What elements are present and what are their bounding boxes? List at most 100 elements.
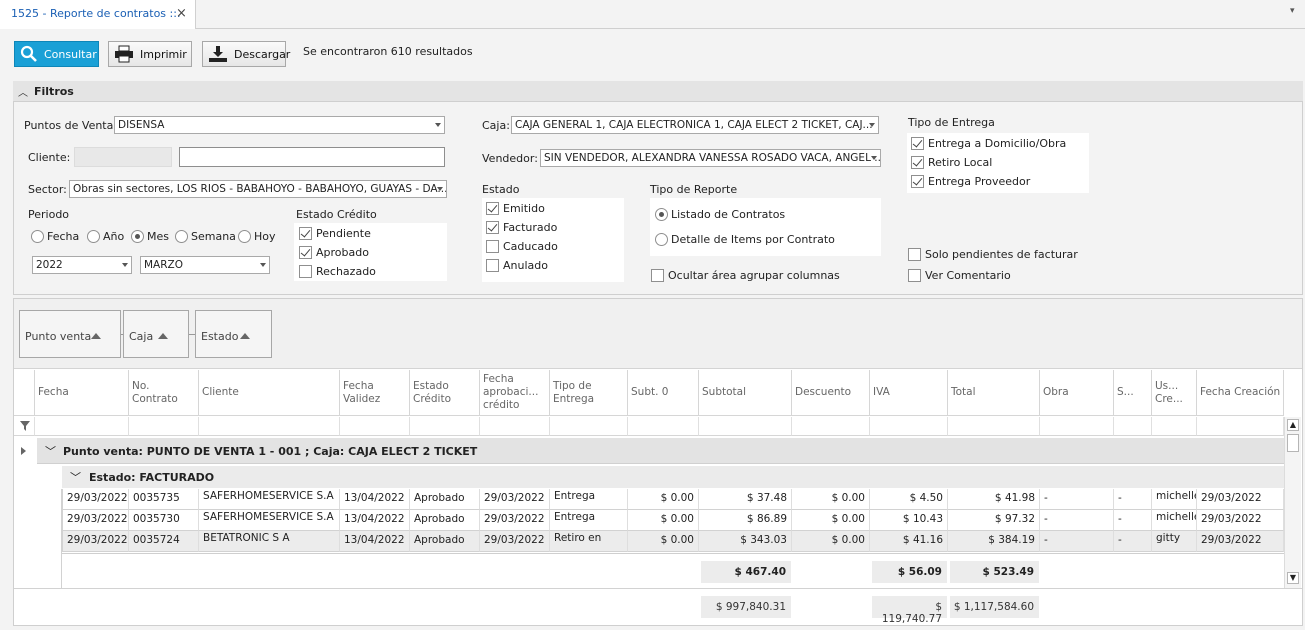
cell-tipo-entrega[interactable]: Retiro en <box>550 531 628 552</box>
cell-fecha-validez[interactable]: 13/04/2022 <box>340 510 410 531</box>
filters-header[interactable]: ︿ Filtros <box>13 81 1303 102</box>
cell-cliente[interactable]: SAFERHOMESERVICE S.A <box>199 489 340 510</box>
month-combo[interactable]: MARZO <box>140 256 270 274</box>
cell-estado-credito[interactable]: Aprobado <box>410 489 480 510</box>
column-header-total[interactable]: Total <box>948 370 1040 416</box>
periodo-mes-radio[interactable]: Mes <box>131 230 169 243</box>
sector-combo[interactable]: Obras sin sectores, LOS RIOS - BABAHOYO … <box>69 180 447 198</box>
group-chip-estado[interactable]: Estado <box>195 310 272 358</box>
entrega-domicilio-checkbox[interactable]: Entrega a Domicilio/Obra <box>911 137 1066 150</box>
cell-descuento[interactable]: $ 0.00 <box>792 531 870 552</box>
cell-fecha[interactable]: 29/03/2022 <box>62 531 129 552</box>
column-header-obra[interactable]: Obra <box>1040 370 1114 416</box>
cliente-field[interactable] <box>179 147 445 167</box>
column-header-tipo-entrega[interactable]: Tipo de Entrega <box>550 370 628 416</box>
cell-total[interactable]: $ 41.98 <box>948 489 1040 510</box>
group-chip-caja[interactable]: Caja <box>123 310 189 358</box>
puntos-venta-combo[interactable]: DISENSA <box>114 116 445 134</box>
imprimir-button[interactable]: Imprimir <box>108 41 192 67</box>
column-header-estado-credito[interactable]: Estado Crédito <box>410 370 480 416</box>
filter-cell[interactable] <box>480 417 550 436</box>
caducado-checkbox[interactable]: Caducado <box>486 240 558 253</box>
filter-cell[interactable] <box>1040 417 1114 436</box>
cell-estado-credito[interactable]: Aprobado <box>410 510 480 531</box>
filter-cell[interactable] <box>35 417 129 436</box>
cell-total[interactable]: $ 97.32 <box>948 510 1040 531</box>
cell-fecha-creacion[interactable]: 29/03/2022 <box>1197 489 1284 510</box>
filter-cell[interactable] <box>340 417 410 436</box>
ver-comentario-checkbox[interactable]: Ver Comentario <box>908 269 1011 282</box>
rechazado-checkbox[interactable]: Rechazado <box>299 265 376 278</box>
filter-cell[interactable] <box>1114 417 1152 436</box>
cell-fecha-aprobacion[interactable]: 29/03/2022 <box>480 510 550 531</box>
chevron-down-icon[interactable]: ﹀ <box>70 469 81 485</box>
cell-subt-0[interactable]: $ 0.00 <box>628 510 699 531</box>
cell-usuario[interactable]: gitty <box>1152 531 1197 552</box>
periodo-hoy-radio[interactable]: Hoy <box>238 230 276 243</box>
cell-fecha-validez[interactable]: 13/04/2022 <box>340 531 410 552</box>
group-row-estado[interactable]: ﹀ Estado: FACTURADO <box>62 466 1284 488</box>
retiro-local-checkbox[interactable]: Retiro Local <box>911 156 992 169</box>
column-header-descuento[interactable]: Descuento <box>792 370 870 416</box>
cell-no-contrato[interactable]: 0035730 <box>129 510 199 531</box>
cell-obra[interactable]: - <box>1040 489 1114 510</box>
cell-iva[interactable]: $ 41.16 <box>870 531 948 552</box>
filter-cell[interactable] <box>199 417 340 436</box>
cell-descuento[interactable]: $ 0.00 <box>792 510 870 531</box>
cell-fecha-creacion[interactable]: 29/03/2022 <box>1197 531 1284 552</box>
scroll-up-icon[interactable]: ▲ <box>1287 419 1299 431</box>
filter-cell[interactable] <box>410 417 480 436</box>
filter-icon[interactable] <box>14 417 35 436</box>
periodo-semana-radio[interactable]: Semana <box>175 230 236 243</box>
column-header-cliente[interactable]: Cliente <box>199 370 340 416</box>
cell-cliente[interactable]: SAFERHOMESERVICE S.A <box>199 510 340 531</box>
column-header-subt-0[interactable]: Subt. 0 <box>628 370 699 416</box>
listado-contratos-radio[interactable]: Listado de Contratos <box>655 208 785 221</box>
vendedor-combo[interactable]: SIN VENDEDOR, ALEXANDRA VANESSA ROSADO V… <box>540 149 881 167</box>
chevron-up-icon[interactable]: ︿ <box>18 84 28 99</box>
cell-subtotal[interactable]: $ 37.48 <box>699 489 792 510</box>
column-header-iva[interactable]: IVA <box>870 370 948 416</box>
chevron-down-icon[interactable]: ﹀ <box>45 443 56 459</box>
periodo-ano-radio[interactable]: Año <box>87 230 124 243</box>
cell-obra[interactable]: - <box>1040 531 1114 552</box>
cell-s[interactable]: - <box>1114 531 1152 552</box>
cell-subtotal[interactable]: $ 86.89 <box>699 510 792 531</box>
group-chip-punto-venta[interactable]: Punto venta <box>19 310 121 358</box>
caja-combo[interactable]: CAJA GENERAL 1, CAJA ELECTRONICA 1, CAJA… <box>511 116 879 134</box>
cell-tipo-entrega[interactable]: Entrega <box>550 510 628 531</box>
entrega-proveedor-checkbox[interactable]: Entrega Proveedor <box>911 175 1030 188</box>
column-header-fecha[interactable]: Fecha <box>35 370 129 416</box>
cell-cliente[interactable]: BETATRONIC S A <box>199 531 340 552</box>
filter-cell[interactable] <box>870 417 948 436</box>
facturado-checkbox[interactable]: Facturado <box>486 221 557 234</box>
cell-descuento[interactable]: $ 0.00 <box>792 489 870 510</box>
group-row-punto-venta[interactable]: ﹀ Punto venta: PUNTO DE VENTA 1 - 001 ; … <box>37 438 1284 464</box>
filter-cell[interactable] <box>129 417 199 436</box>
tab-reporte-contratos[interactable]: 1525 - Reporte de contratos ::. × <box>0 0 196 29</box>
scroll-down-icon[interactable]: ▼ <box>1287 572 1299 584</box>
cell-no-contrato[interactable]: 0035724 <box>129 531 199 552</box>
cell-fecha-creacion[interactable]: 29/03/2022 <box>1197 510 1284 531</box>
cell-fecha-aprobacion[interactable]: 29/03/2022 <box>480 489 550 510</box>
cell-iva[interactable]: $ 4.50 <box>870 489 948 510</box>
cell-estado-credito[interactable]: Aprobado <box>410 531 480 552</box>
cell-fecha-validez[interactable]: 13/04/2022 <box>340 489 410 510</box>
column-header-s[interactable]: S... <box>1114 370 1152 416</box>
cell-obra[interactable]: - <box>1040 510 1114 531</box>
filter-cell[interactable] <box>699 417 792 436</box>
filter-cell[interactable] <box>550 417 628 436</box>
cell-s[interactable]: - <box>1114 510 1152 531</box>
periodo-fecha-radio[interactable]: Fecha <box>31 230 79 243</box>
cell-tipo-entrega[interactable]: Entrega <box>550 489 628 510</box>
cell-s[interactable]: - <box>1114 489 1152 510</box>
descargar-button[interactable]: Descargar <box>202 41 290 67</box>
solo-pendientes-checkbox[interactable]: Solo pendientes de facturar <box>908 248 1078 261</box>
column-header-subtotal[interactable]: Subtotal <box>699 370 792 416</box>
tab-menu-chevron-icon[interactable]: ▾ <box>1290 6 1295 16</box>
column-header-no-contrato[interactable]: No. Contrato <box>129 370 199 416</box>
cell-iva[interactable]: $ 10.43 <box>870 510 948 531</box>
consultar-button[interactable]: Consultar <box>14 41 99 67</box>
filter-cell[interactable] <box>1152 417 1197 436</box>
cell-usuario[interactable]: michelle <box>1152 510 1197 531</box>
